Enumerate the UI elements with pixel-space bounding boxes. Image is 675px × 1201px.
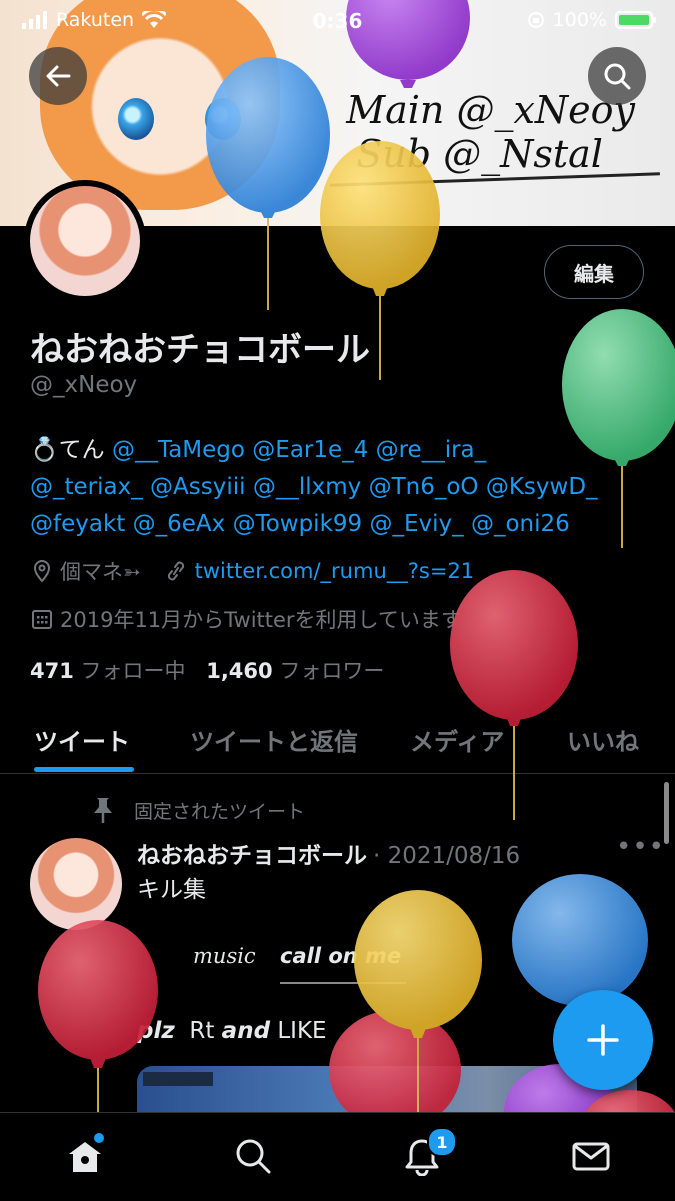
blue-balloon (206, 57, 330, 213)
green-balloon (562, 309, 675, 461)
messages-icon (572, 1142, 610, 1171)
yellow-balloon (354, 890, 482, 1030)
battery-percent: 100% (552, 9, 607, 31)
battery-icon (615, 11, 656, 29)
blue-balloon (512, 874, 648, 1006)
status-bar: Rakuten 0:36 100% (0, 0, 675, 40)
red-balloon (450, 570, 578, 720)
nav-search[interactable] (228, 1131, 278, 1181)
nav-messages[interactable] (566, 1131, 616, 1181)
red-balloon (38, 920, 158, 1060)
search-icon (236, 1139, 271, 1174)
compose-tweet-button[interactable] (553, 990, 653, 1090)
notifications-badge: 1 (427, 1127, 457, 1157)
compose-plus-icon (587, 1024, 619, 1056)
rotation-lock-icon (527, 12, 544, 28)
bottom-navigation: 1 (0, 1112, 675, 1201)
nav-notifications[interactable]: 1 (397, 1127, 457, 1181)
nav-home[interactable] (60, 1131, 110, 1181)
home-unread-dot (94, 1133, 104, 1143)
balloon-overlay (38, 0, 675, 1112)
yellow-balloon (320, 141, 440, 289)
